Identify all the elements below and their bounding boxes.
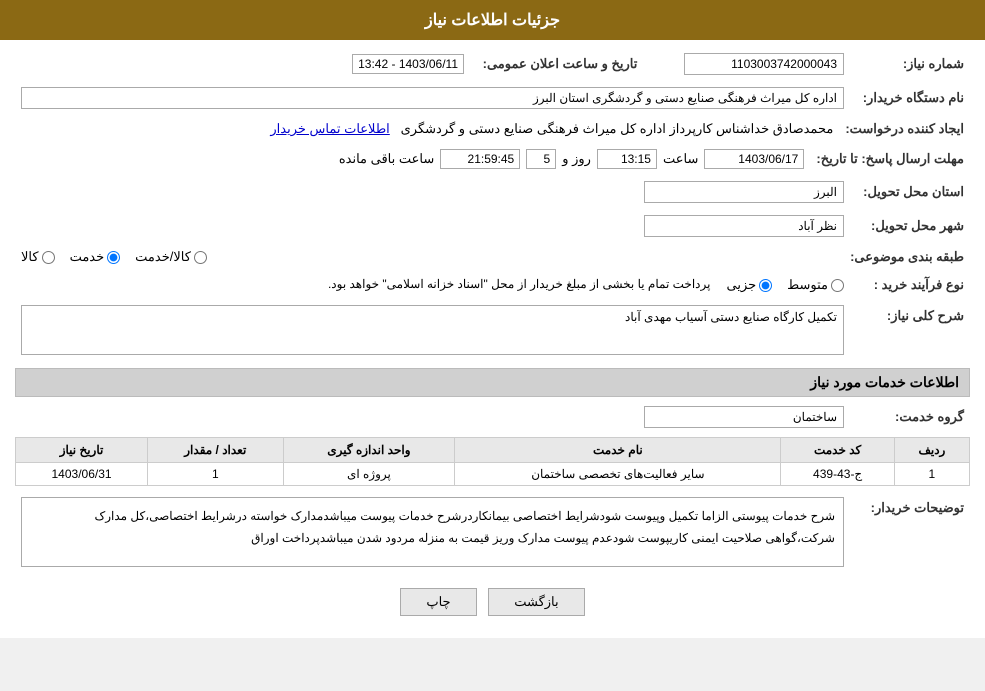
col-vahed: واحد اندازه گیری xyxy=(283,438,455,463)
table-row: 1 ج-43-439 سایر فعالیت‌های تخصصی ساختمان… xyxy=(16,463,970,486)
toseiat-value: شرح خدمات پیوستی الزاما تکمیل وپیوست شود… xyxy=(15,494,850,570)
services-table: ردیف کد خدمت نام خدمت واحد اندازه گیری ت… xyxy=(15,437,970,486)
col-tarikh: تاریخ نیاز xyxy=(16,438,148,463)
cell-radif: 1 xyxy=(894,463,969,486)
navae-farayand-label: نوع فرآیند خرید : xyxy=(850,274,970,296)
tabaqe-label: طبقه بندی موضوعی: xyxy=(844,246,970,268)
back-button[interactable]: بازگشت xyxy=(488,588,584,616)
tarikh-field: 1403/06/17 xyxy=(704,149,804,169)
gorohe-khadamat-value: ساختمان xyxy=(15,403,850,431)
cell-nam: سایر فعالیت‌های تخصصی ساختمان xyxy=(455,463,781,486)
ostan-value: البرز xyxy=(15,178,850,206)
page-title: جزئیات اطلاعات نیاز xyxy=(425,12,560,29)
row-sharh-koli: شرح کلی نیاز: تکمیل کارگاه صنایع دستی آس… xyxy=(15,302,970,358)
navae-farayand-value: جزیی متوسط پرداخت تمام یا بخشی از مبلغ خ… xyxy=(15,274,850,296)
main-content: شماره نیاز: 1103003742000043 تاریخ و ساع… xyxy=(0,40,985,638)
ijad-konande-label: ایجاد کننده درخواست: xyxy=(839,118,970,140)
roz-label: روز و xyxy=(562,151,591,167)
saat-manande-field: 21:59:45 xyxy=(440,149,520,169)
radio-kala-khadamat[interactable]: کالا/خدمت xyxy=(135,249,207,265)
services-table-container: ردیف کد خدمت نام خدمت واحد اندازه گیری ت… xyxy=(15,437,970,486)
roz-field: 5 xyxy=(526,149,556,169)
saat-label: ساعت xyxy=(663,151,698,167)
tabaqe-value: کالا خدمت کالا/خدمت xyxy=(15,246,844,268)
shahr-value: نظر آباد xyxy=(15,212,850,240)
cell-tarikh: 1403/06/31 xyxy=(16,463,148,486)
row-toseiat: توضیحات خریدار: شرح خدمات پیوستی الزاما … xyxy=(15,494,970,570)
shahr-label: شهر محل تحویل: xyxy=(850,212,970,240)
gorohe-khadamat-label: گروه خدمت: xyxy=(850,403,970,431)
row-shomara: شماره نیاز: 1103003742000043 تاریخ و ساع… xyxy=(15,50,970,78)
tarikh-elan-value: 1403/06/11 - 13:42 xyxy=(15,50,470,78)
mohlat-value: 1403/06/17 ساعت 13:15 روز و 5 21:59:45 س… xyxy=(15,146,810,172)
row-gorohe-khadamat: گروه خدمت: ساختمان xyxy=(15,403,970,431)
col-nam: نام خدمت xyxy=(455,438,781,463)
radio-motavaset[interactable]: متوسط xyxy=(787,277,844,293)
ostan-label: استان محل تحویل: xyxy=(850,178,970,206)
row-nam-dastgah: نام دستگاه خریدار: اداره کل میراث فرهنگی… xyxy=(15,84,970,112)
row-ostan: استان محل تحویل: البرز xyxy=(15,178,970,206)
nam-dastgah-label: نام دستگاه خریدار: xyxy=(850,84,970,112)
radio-khadamat[interactable]: خدمت xyxy=(70,249,121,265)
radio-jozyi[interactable]: جزیی xyxy=(726,277,772,293)
saat-field: 13:15 xyxy=(597,149,657,169)
row-tabaqe: طبقه بندی موضوعی: کالا خدمت کالا/خدمت xyxy=(15,246,970,268)
radio-kala[interactable]: کالا xyxy=(21,249,55,265)
row-ijad-konande: ایجاد کننده درخواست: محمدصادق خداشناس کا… xyxy=(15,118,970,140)
button-bar: بازگشت چاپ xyxy=(15,576,970,628)
page-wrapper: جزئیات اطلاعات نیاز شماره نیاز: 11030037… xyxy=(0,0,985,638)
sharh-koli-value: تکمیل کارگاه صنایع دستی آسیاب مهدی آباد xyxy=(15,302,850,358)
khadamat-section-title: اطلاعات خدمات مورد نیاز xyxy=(15,368,970,397)
row-mohlat: مهلت ارسال پاسخ: تا تاریخ: 1403/06/17 سا… xyxy=(15,146,970,172)
ijad-konande-value: محمدصادق خداشناس کارپرداز اداره کل میراث… xyxy=(15,118,839,140)
row-shahr: شهر محل تحویل: نظر آباد xyxy=(15,212,970,240)
toseiat-label: توضیحات خریدار: xyxy=(850,494,970,570)
sharh-koli-label: شرح کلی نیاز: xyxy=(850,302,970,358)
nam-dastgah-value: اداره کل میراث فرهنگی صنایع دستی و گردشگ… xyxy=(15,84,850,112)
navae-text: پرداخت تمام یا بخشی از مبلغ خریدار از مح… xyxy=(328,277,711,291)
cell-vahed: پروژه ای xyxy=(283,463,455,486)
row-navae-farayand: نوع فرآیند خرید : جزیی متوسط xyxy=(15,274,970,296)
col-kod: کد خدمت xyxy=(781,438,894,463)
tarikh-elan-label: تاریخ و ساعت اعلان عمومی: xyxy=(470,50,650,78)
mohlat-label: مهلت ارسال پاسخ: تا تاریخ: xyxy=(810,146,970,172)
col-radif: ردیف xyxy=(894,438,969,463)
shomara-niaz-value: 1103003742000043 xyxy=(650,50,850,78)
cell-tedad: 1 xyxy=(148,463,283,486)
print-button[interactable]: چاپ xyxy=(400,588,476,616)
page-header: جزئیات اطلاعات نیاز xyxy=(0,0,985,40)
col-tedad: تعداد / مقدار xyxy=(148,438,283,463)
shomara-niaz-label: شماره نیاز: xyxy=(850,50,970,78)
ettelaat-tamas-link[interactable]: اطلاعات تماس خریدار xyxy=(270,121,389,136)
saat-manande-label: ساعت باقی مانده xyxy=(339,151,434,167)
cell-kod: ج-43-439 xyxy=(781,463,894,486)
